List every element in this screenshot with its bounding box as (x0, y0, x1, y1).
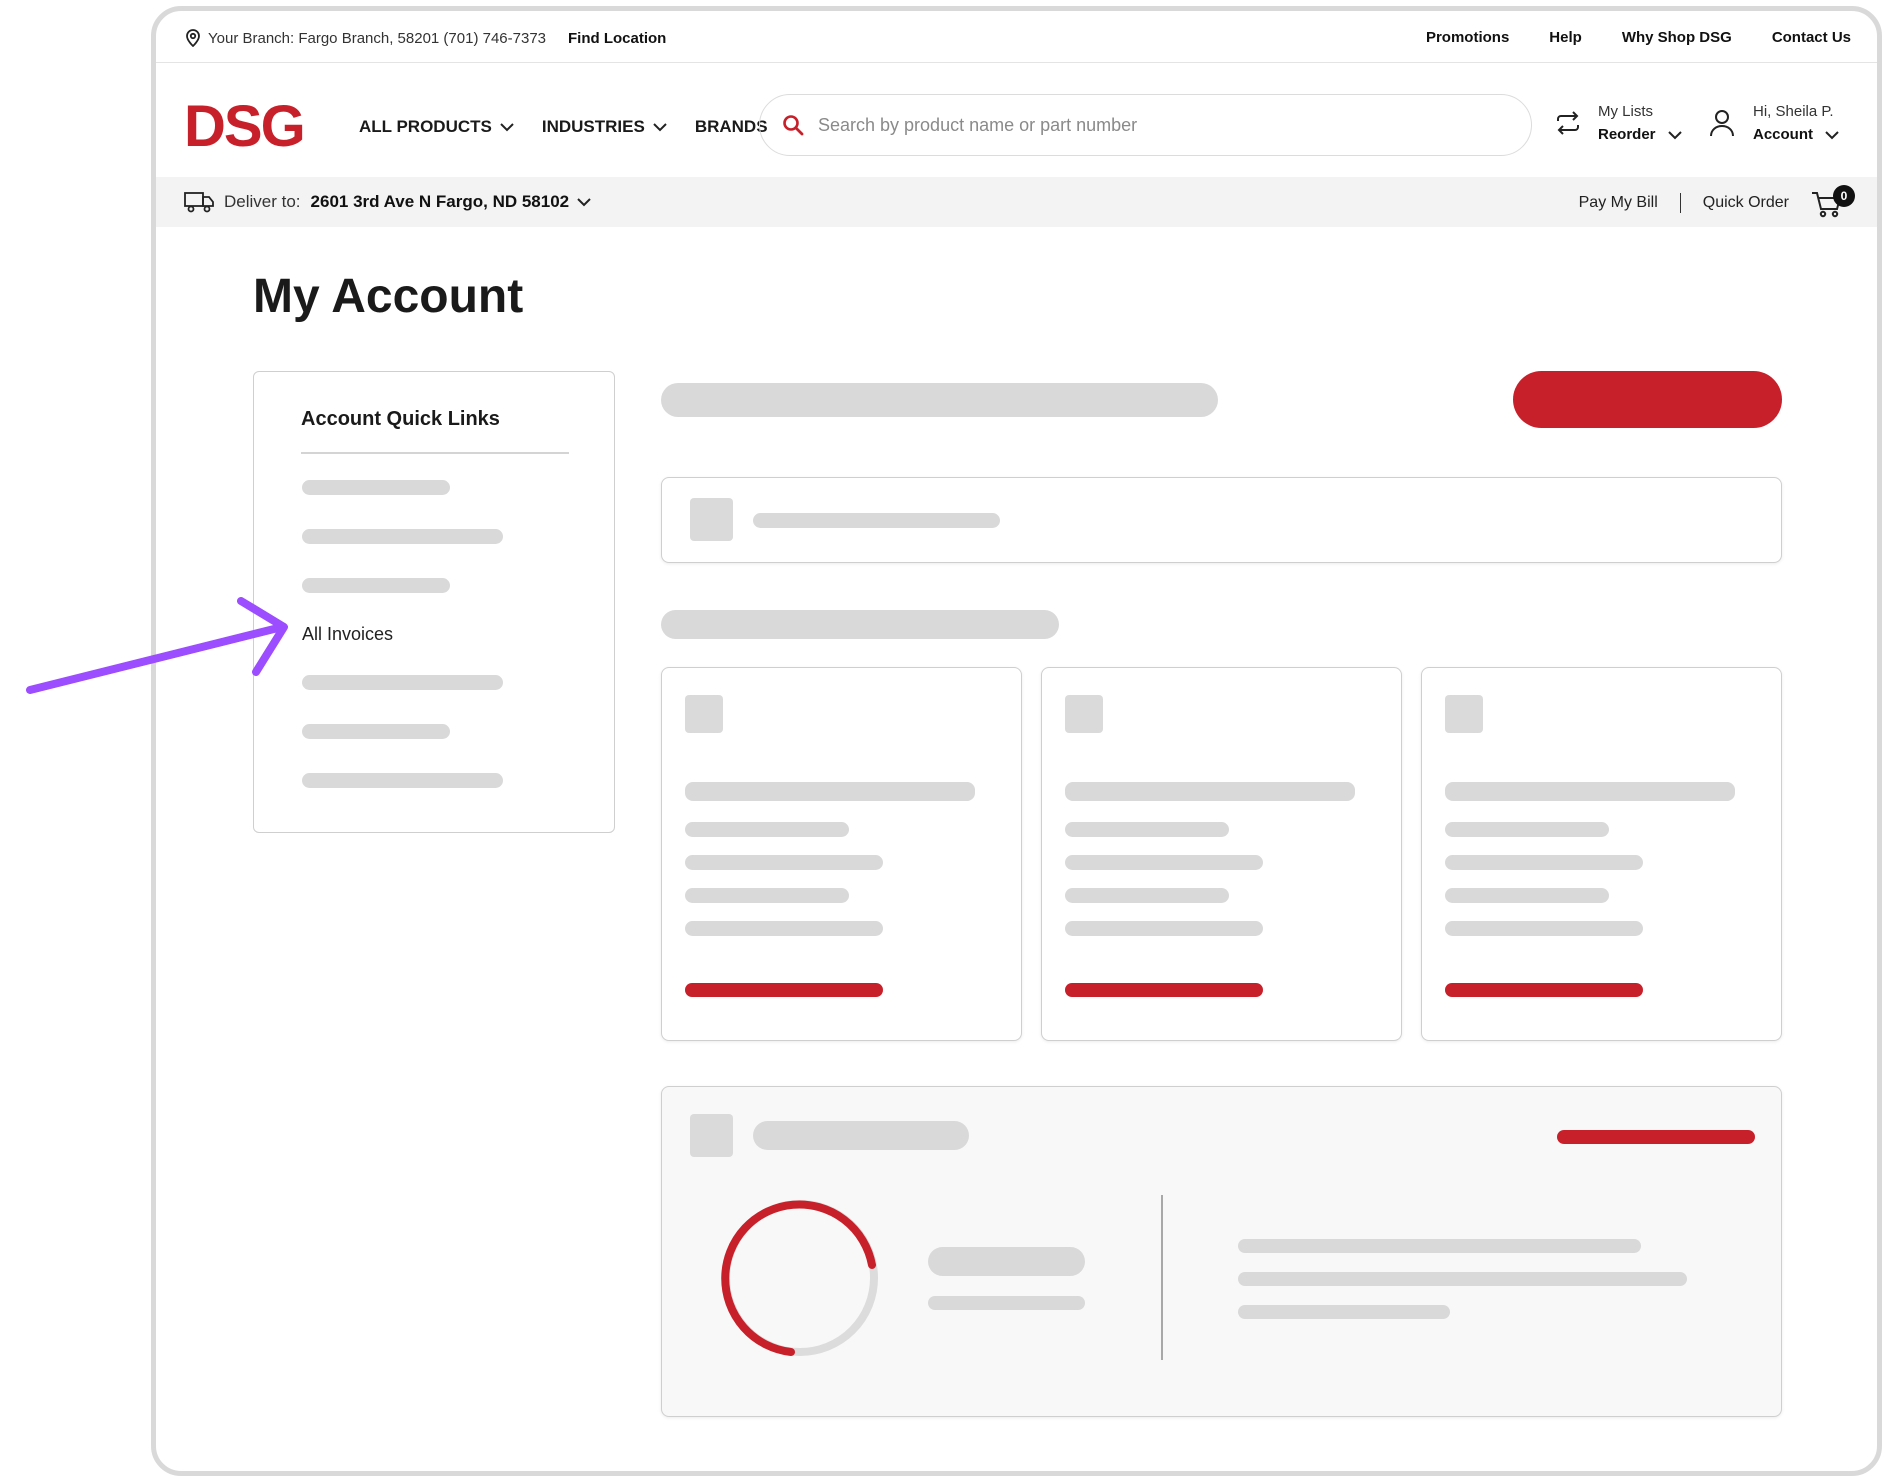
utility-links: Promotions Help Why Shop DSG Contact Us (1426, 29, 1851, 46)
card-line (685, 782, 975, 801)
panel-title-placeholder (753, 1121, 969, 1150)
help-link[interactable]: Help (1549, 29, 1582, 46)
my-lists-menu[interactable]: My Lists Reorder (1554, 103, 1682, 143)
card-line (1065, 921, 1263, 936)
cart-count-badge: 0 (1833, 185, 1855, 207)
utility-bar: Your Branch: Fargo Branch, 58201 (701) 7… (156, 11, 1877, 63)
chevron-down-icon (1825, 130, 1839, 139)
user-icon (1710, 110, 1734, 137)
deliver-bar: Deliver to: 2601 3rd Ave N Fargo, ND 581… (156, 177, 1877, 227)
card-line (1445, 921, 1643, 936)
card-icon-placeholder (685, 695, 723, 733)
quick-links-panel: Account Quick Links All Invoices (253, 371, 615, 833)
primary-nav: ALL PRODUCTS INDUSTRIES BRANDS (359, 117, 768, 137)
card-line (685, 921, 883, 936)
card-line (1065, 822, 1229, 837)
panel-link-placeholder[interactable] (1557, 1130, 1755, 1144)
account-greeting: Hi, Sheila P. (1753, 103, 1834, 120)
deliver-address: 2601 3rd Ave N Fargo, ND 58102 (310, 192, 570, 211)
card-line (685, 822, 849, 837)
info-card-2 (1041, 667, 1402, 1041)
search-input[interactable] (818, 114, 1478, 136)
primary-action-button[interactable] (1513, 371, 1782, 428)
quick-link-placeholder[interactable] (302, 529, 503, 544)
card-icon-placeholder (1445, 695, 1483, 733)
card-link-placeholder[interactable] (1065, 983, 1263, 997)
section-subheading-placeholder (661, 610, 1059, 639)
card-line (1065, 782, 1355, 801)
info-card-1 (661, 667, 1022, 1041)
divider (1679, 193, 1681, 213)
chevron-down-icon (653, 123, 667, 132)
quick-link-placeholder[interactable] (302, 675, 503, 690)
quick-link-placeholder[interactable] (302, 773, 503, 788)
cart-button[interactable]: 0 (1811, 185, 1855, 219)
card-line (1065, 855, 1263, 870)
reorder-icon (1557, 111, 1579, 135)
card-link-placeholder[interactable] (1445, 983, 1643, 997)
deliver-actions: Pay My Bill Quick Order 0 (1579, 185, 1855, 219)
nav-label: ALL PRODUCTS (359, 117, 492, 136)
chevron-down-icon (500, 123, 514, 132)
panel-caption-placeholder (928, 1296, 1085, 1310)
quick-link-placeholder[interactable] (302, 724, 450, 739)
info-card-3 (1421, 667, 1782, 1041)
balance-panel (661, 1086, 1782, 1417)
quick-link-placeholder[interactable] (302, 578, 450, 593)
main-header: DSG ALL PRODUCTS INDUSTRIES BRANDS Searc… (156, 63, 1877, 177)
card-line (1065, 888, 1229, 903)
nav-label: BRANDS (694, 117, 768, 136)
all-invoices-link[interactable]: All Invoices (302, 624, 393, 645)
quick-order-link[interactable]: Quick Order (1703, 194, 1789, 212)
account-menu[interactable]: Hi, Sheila P. Account (1709, 103, 1839, 143)
pay-bill-link[interactable]: Pay My Bill (1579, 194, 1658, 212)
card-icon-placeholder (1065, 695, 1103, 733)
card-line (685, 855, 883, 870)
nav-industries[interactable]: INDUSTRIES (542, 117, 667, 137)
nav-label: INDUSTRIES (541, 117, 645, 136)
divider (301, 452, 569, 454)
card-line (1445, 888, 1609, 903)
search-bar[interactable] (759, 94, 1532, 156)
card-link-placeholder[interactable] (685, 983, 883, 997)
panel-icon-placeholder (690, 1114, 733, 1157)
search-icon (783, 115, 804, 136)
card-line (685, 888, 849, 903)
panel-line (1238, 1305, 1450, 1319)
card-line (1445, 855, 1643, 870)
lists-top-label: My Lists (1598, 103, 1654, 120)
card-line (1445, 782, 1735, 801)
divider (1161, 1195, 1163, 1360)
account-label: Account (1753, 126, 1813, 143)
annotation-arrow-icon (26, 597, 288, 694)
summary-card (661, 477, 1782, 563)
why-shop-link[interactable]: Why Shop DSG (1622, 29, 1732, 46)
browser-frame: Your Branch: Fargo Branch, 58201 (701) 7… (151, 6, 1882, 1476)
card-line (1445, 822, 1609, 837)
card-text-placeholder (753, 513, 1000, 528)
section-heading-placeholder (661, 383, 1218, 417)
quick-link-placeholder[interactable] (302, 480, 450, 495)
lists-bottom-label: Reorder (1598, 126, 1656, 143)
quick-links-heading: Account Quick Links (301, 408, 500, 430)
find-location-link[interactable]: Find Location (568, 30, 666, 47)
chevron-down-icon (1667, 130, 1682, 139)
chevron-down-icon (577, 198, 591, 207)
panel-line (1238, 1239, 1641, 1253)
panel-amount-placeholder (928, 1247, 1085, 1276)
nav-brands[interactable]: BRANDS (695, 117, 768, 137)
contact-link[interactable]: Contact Us (1772, 29, 1851, 46)
panel-line (1238, 1272, 1687, 1286)
donut-progress-icon (721, 1200, 878, 1356)
promotions-link[interactable]: Promotions (1426, 29, 1509, 46)
card-icon-placeholder (690, 498, 733, 541)
nav-all-products[interactable]: ALL PRODUCTS (359, 117, 514, 137)
